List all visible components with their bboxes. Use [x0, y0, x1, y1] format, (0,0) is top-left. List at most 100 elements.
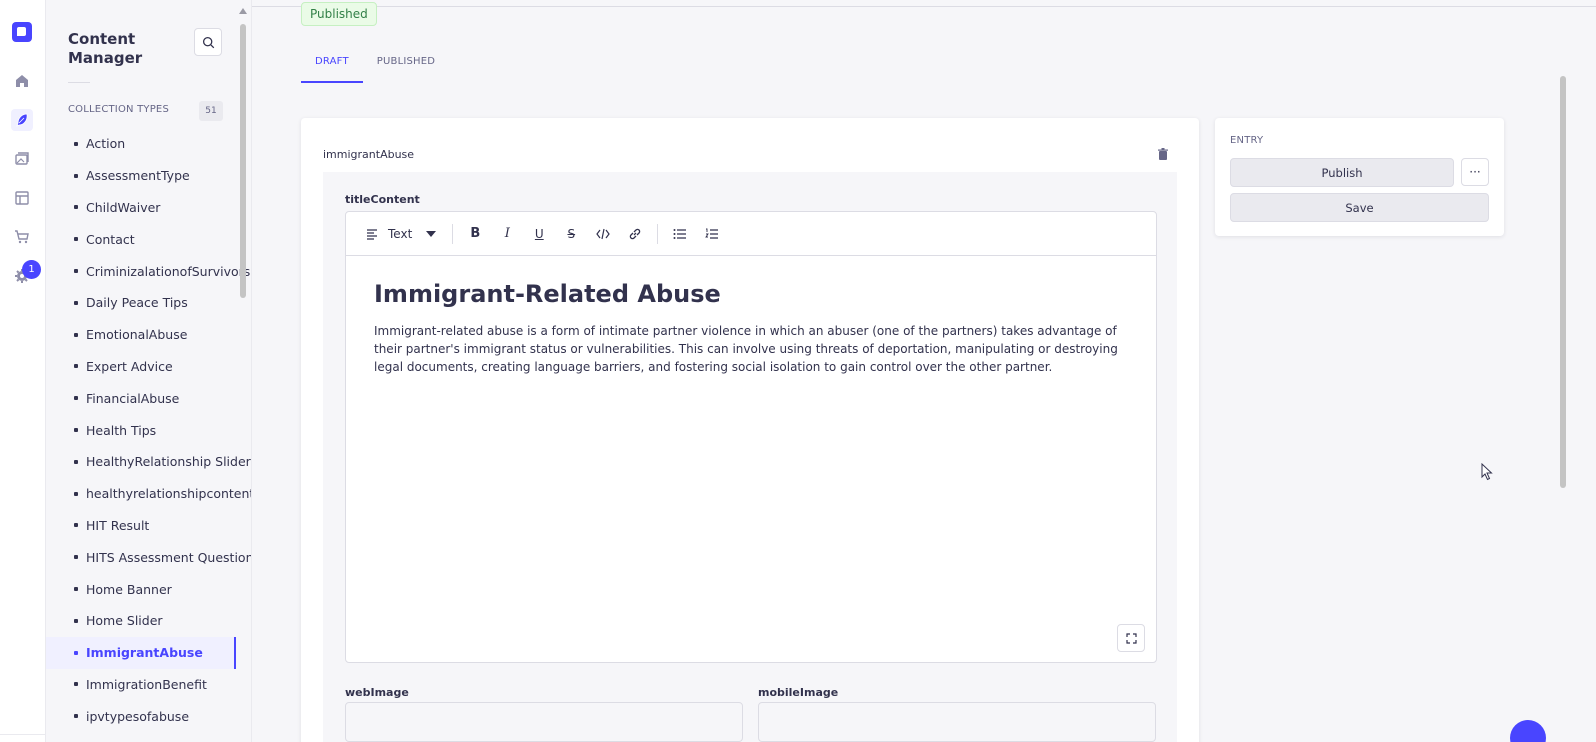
media-library-icon[interactable]: [11, 148, 33, 170]
subnav-scrollbar[interactable]: [238, 8, 248, 742]
sidebar-item-label: Expert Advice: [86, 358, 173, 374]
help-chat-button[interactable]: [1510, 720, 1546, 742]
content-paragraph[interactable]: Immigrant-related abuse is a form of int…: [374, 322, 1134, 376]
sidebar-item-label: AssessmentType: [86, 168, 190, 184]
web-image-field[interactable]: [345, 702, 743, 742]
sidebar-item[interactable]: Health Tips: [46, 414, 236, 446]
sidebar-item[interactable]: healthyrelationshipcontent: [46, 478, 251, 510]
bullet-icon: [74, 555, 78, 560]
strikethrough-button[interactable]: S: [555, 220, 587, 248]
sidebar-item[interactable]: Daily Peace Tips: [46, 287, 236, 319]
sidebar-item[interactable]: Contact: [46, 223, 236, 255]
italic-icon: I: [504, 226, 510, 241]
sidebar-item[interactable]: CriminizalationofSurvivors: [46, 255, 250, 287]
bullet-icon: [74, 173, 78, 178]
sidebar-item[interactable]: HealthyRelationship Slider: [46, 446, 251, 478]
subnav-title: Content Manager: [68, 30, 143, 67]
main-content: Published DRAFT PUBLISHED immigrantAbuse…: [252, 0, 1596, 742]
align-left-icon: [367, 228, 377, 240]
home-icon[interactable]: [11, 70, 33, 92]
bullet-icon: [74, 141, 78, 146]
italic-button[interactable]: I: [491, 220, 523, 248]
sidebar-item[interactable]: ipvtypesofabuse: [46, 700, 236, 732]
scroll-up-arrow-icon[interactable]: [239, 8, 247, 14]
sidebar-item[interactable]: EmotionalAbuse: [46, 319, 236, 351]
sidebar-item-label: healthyrelationshipcontent: [86, 486, 252, 502]
entry-panel-title: ENTRY: [1230, 135, 1264, 146]
sidebar-item[interactable]: ChildWaiver: [46, 192, 236, 224]
numbered-list-button[interactable]: [696, 220, 728, 248]
sidebar-item-label: CriminizalationofSurvivors: [86, 263, 251, 279]
tab-draft[interactable]: DRAFT: [301, 44, 363, 83]
marketplace-cart-icon[interactable]: [11, 226, 33, 248]
header-divider: [252, 6, 1596, 7]
bullet-icon: [74, 269, 78, 274]
main-scrollbar[interactable]: [1557, 0, 1569, 742]
tab-published[interactable]: PUBLISHED: [363, 44, 449, 83]
expand-editor-button[interactable]: [1117, 624, 1145, 652]
sidebar-item-label: Health Tips: [86, 422, 157, 438]
strikethrough-icon: S: [567, 226, 576, 241]
save-button[interactable]: Save: [1230, 193, 1489, 222]
bullet-list-icon: [673, 228, 687, 239]
sidebar-item[interactable]: Expert Advice: [46, 351, 236, 383]
bold-icon: B: [470, 226, 481, 241]
sidebar-item[interactable]: Action: [46, 128, 236, 160]
sidebar-item[interactable]: ImmigrantAbuse: [46, 636, 236, 669]
sidebar-item[interactable]: Home Slider: [46, 605, 236, 637]
bulleted-list-button[interactable]: [664, 220, 696, 248]
bullet-icon: [74, 300, 78, 305]
rich-text-editor[interactable]: Text B I U S Immigrant-Related Abuse Imm…: [345, 211, 1157, 663]
editor-card: immigrantAbuse titleContent Text B I U S: [301, 118, 1199, 742]
mobile-image-label: mobileImage: [758, 686, 839, 699]
bullet-icon: [74, 587, 78, 592]
sidebar-item-label: ChildWaiver: [86, 199, 161, 215]
block-type-label: Text: [388, 226, 413, 241]
sidebar-item-label: HealthyRelationship Slider: [86, 454, 251, 470]
sidebar-item[interactable]: ImmigrationBenefit: [46, 669, 236, 701]
main-nav-rail: 1: [0, 0, 46, 742]
editor-content[interactable]: Immigrant-Related Abuse Immigrant-relate…: [374, 280, 1134, 376]
block-type-select[interactable]: Text: [366, 226, 437, 241]
code-icon: [596, 228, 611, 239]
bullet-icon: [74, 523, 78, 528]
code-button[interactable]: [587, 220, 619, 248]
content-type-builder-icon[interactable]: [11, 187, 33, 209]
web-image-label: webImage: [345, 686, 409, 699]
sidebar-item[interactable]: FinancialAbuse: [46, 382, 236, 414]
mobile-image-field[interactable]: [758, 702, 1156, 742]
mouse-cursor-icon: [1481, 463, 1493, 481]
sidebar-item-label: Home Slider: [86, 613, 163, 629]
main-scroll-thumb[interactable]: [1560, 76, 1566, 488]
bullet-icon: [74, 396, 78, 401]
subnav-scroll-thumb[interactable]: [240, 24, 246, 298]
sidebar-item-label: Contact: [86, 231, 135, 247]
sidebar-item[interactable]: Home Banner: [46, 573, 236, 605]
bullet-icon: [74, 205, 78, 210]
sidebar-item-label: Home Banner: [86, 581, 172, 597]
component-name: immigrantAbuse: [323, 148, 415, 161]
publish-button[interactable]: Publish: [1230, 158, 1454, 187]
bullet-icon: [74, 682, 78, 687]
bold-button[interactable]: B: [459, 220, 491, 248]
link-button[interactable]: [619, 220, 651, 248]
underline-button[interactable]: U: [523, 220, 555, 248]
subnav-search-button[interactable]: [194, 28, 222, 56]
subnav-divider: [68, 82, 90, 83]
toolbar-separator: [657, 223, 659, 244]
strapi-logo-icon[interactable]: [12, 22, 32, 42]
more-actions-button[interactable]: ···: [1461, 158, 1489, 186]
sidebar-item[interactable]: HIT Result: [46, 510, 236, 542]
collection-types-heading[interactable]: COLLECTION TYPES: [68, 104, 169, 115]
more-dots-icon: ···: [1469, 165, 1481, 179]
trash-icon[interactable]: [1157, 148, 1169, 160]
status-badge: Published: [301, 2, 377, 26]
title-content-label: titleContent: [345, 193, 420, 206]
settings-notification-badge: 1: [22, 260, 41, 279]
sidebar-item[interactable]: AssessmentType: [46, 160, 236, 192]
sidebar-item-label: ImmigrantAbuse: [86, 645, 203, 661]
content-manager-subnav: Content Manager COLLECTION TYPES 51 Acti…: [46, 0, 252, 742]
content-heading[interactable]: Immigrant-Related Abuse: [374, 280, 1134, 308]
content-manager-feather-icon[interactable]: [11, 109, 33, 131]
sidebar-item[interactable]: HITS Assessment Question: [46, 541, 251, 573]
